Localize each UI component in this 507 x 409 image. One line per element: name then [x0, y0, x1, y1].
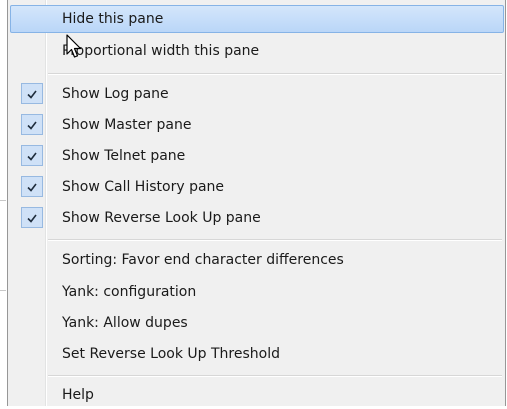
menu-item-label: Show Call History pane: [62, 179, 225, 195]
menu-item-hide-this-pane[interactable]: Hide this pane: [10, 5, 504, 33]
menu-item-label: Help: [62, 387, 94, 403]
menu-item-label: Hide this pane: [62, 11, 164, 27]
menu-item-set-reverse-look-up-threshold[interactable]: Set Reverse Look Up Threshold: [10, 340, 504, 368]
menu-item-label: Show Telnet pane: [62, 148, 186, 164]
menu-separator: [48, 240, 502, 241]
check-icon: [27, 183, 37, 192]
background-divider: [0, 200, 6, 201]
check-mark-box: [21, 176, 43, 197]
check-icon: [27, 90, 37, 99]
menu-item-label: Set Reverse Look Up Threshold: [62, 346, 280, 362]
menu-item-label: Sorting: Favor end character differences: [62, 252, 344, 268]
check-mark-box: [21, 114, 43, 135]
menu-separator: [48, 74, 502, 75]
menu-item-show-master-pane[interactable]: Show Master pane: [10, 111, 504, 139]
check-mark-box: [21, 83, 43, 104]
menu-item-show-reverse-look-up-pane[interactable]: Show Reverse Look Up pane: [10, 204, 504, 232]
check-icon: [27, 214, 37, 223]
menu-item-help[interactable]: Help: [10, 381, 504, 409]
menu-item-yank-allow-dupes[interactable]: Yank: Allow dupes: [10, 309, 504, 337]
menu-item-label: Show Reverse Look Up pane: [62, 210, 261, 226]
menu-item-show-log-pane[interactable]: Show Log pane: [10, 80, 504, 108]
check-mark-box: [21, 145, 43, 166]
menu-item-label: Yank: Allow dupes: [62, 315, 188, 331]
menu-item-label: Show Master pane: [62, 117, 192, 133]
background-divider: [0, 290, 6, 291]
check-icon: [27, 121, 37, 130]
menu-item-sorting-favor-end[interactable]: Sorting: Favor end character differences: [10, 246, 504, 274]
menu-item-label: Show Log pane: [62, 86, 169, 102]
check-mark-box: [21, 207, 43, 228]
menu-item-show-call-history-pane[interactable]: Show Call History pane: [10, 173, 504, 201]
context-menu: Hide this pane Proportional width this p…: [7, 0, 506, 406]
mouse-pointer-icon: [66, 34, 82, 58]
menu-separator: [48, 376, 502, 377]
check-icon: [27, 152, 37, 161]
menu-item-label: Yank: configuration: [62, 284, 197, 300]
menu-item-show-telnet-pane[interactable]: Show Telnet pane: [10, 142, 504, 170]
menu-item-yank-configuration[interactable]: Yank: configuration: [10, 278, 504, 306]
menu-item-proportional-width[interactable]: Proportional width this pane: [10, 37, 504, 65]
menu-item-label: Proportional width this pane: [62, 43, 260, 59]
